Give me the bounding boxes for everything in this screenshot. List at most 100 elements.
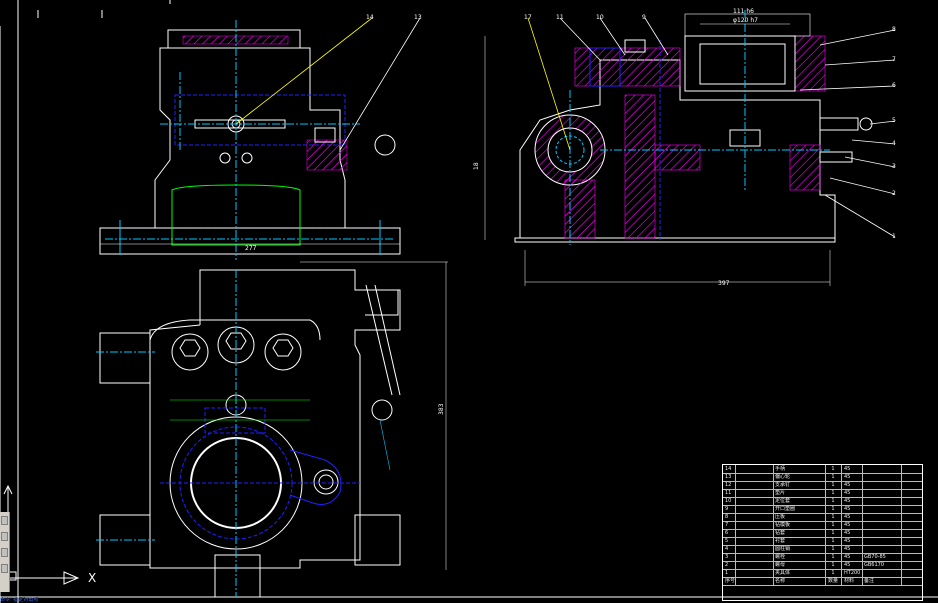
bom-cell-qty: 1 [831,554,835,560]
bom-cell-name: 螺母 [775,562,786,568]
bom-cell-qty: 1 [831,482,835,488]
bom-cell-name: 夹具体 [775,570,791,576]
bom-cell-qty: 1 [831,538,835,544]
front-balloon-13: 13 [414,14,422,21]
bom-cell-qty: 1 [831,474,835,480]
bom-header-note: 备注 [864,578,875,584]
bom-cell-qty: 1 [831,490,835,496]
bom-cell-note [864,497,900,505]
bom-cell-no: 9 [725,506,729,512]
bom-cell-name: 支承钉 [775,482,791,488]
bom-cell-name: 圆柱销 [775,546,791,552]
bom-cell-no: 12 [725,482,732,488]
bom-header-mat: 材料 [844,578,855,584]
bom-cell-note [864,489,900,497]
side-balloon-5: 5 [892,117,896,124]
tool-palette[interactable] [0,512,10,592]
plan-view [96,261,448,598]
bom-cell-note [864,537,900,545]
bom-cell-qty: 1 [831,570,835,576]
bom-header-name: 名称 [775,578,786,584]
palette-button[interactable] [1,532,8,541]
bom-cell-name: 压板 [775,514,786,520]
bom-cell-mat: 45 [844,554,851,560]
bom-cell-name: 钻模板 [775,522,791,528]
bom-cell-name: 垫片 [775,490,786,496]
side-balloon-4: 4 [892,140,896,147]
bom-cell-note [864,521,900,529]
ucs-x-label: X [88,571,97,585]
bom-cell-note [864,513,900,521]
bom-cell-no: 2 [725,562,729,568]
bom-cell-name: 手柄 [775,466,786,472]
bom-cell-note [864,569,900,577]
side-balloon-17: 17 [524,14,532,21]
bom-column-divider [825,465,826,585]
side-width-dim: 397 [718,280,730,287]
bom-cell-note: GB70-85 [864,554,886,560]
side-bore-dim: φ120 h7 [733,17,758,24]
side-balloon-7: 7 [892,56,896,63]
bom-header: 序号 名称 数量 材料 备注 [723,577,922,586]
bom-cell-no: 3 [725,554,729,560]
bom-cell-mat: 45 [844,466,851,472]
bom-cell-mat: 45 [844,482,851,488]
bom-cell-qty: 1 [831,466,835,472]
bom-column-divider [862,465,863,585]
bom-cell-name: 衬套 [775,538,786,544]
side-top-dim: 111 h6 [733,8,754,15]
side-balloon-9: 9 [642,14,646,21]
palette-button[interactable] [1,548,8,557]
side-balloon-2: 2 [892,190,896,197]
bom-cell-no: 4 [725,546,729,552]
bom-cell-no: 5 [725,538,729,544]
bom-column-divider [841,465,842,585]
side-view [484,10,896,286]
bom-cell-name: 钻套 [775,530,786,536]
side-balloon-11: 11 [556,14,564,21]
front-width-dim: 277 [245,245,257,252]
bom-cell-qty: 1 [831,514,835,520]
side-height-dim: 18 [473,162,480,170]
side-balloon-1: 1 [892,233,896,240]
bom-cell-mat: 45 [844,530,851,536]
bom-cell-name: 开口垫圈 [775,506,796,512]
bom-cell-no: 13 [725,474,732,480]
bom-cell-mat: 45 [844,506,851,512]
bom-cell-note: GB6170 [864,562,885,568]
bom-column-divider [735,465,736,585]
palette-button[interactable] [1,564,8,573]
bom-cell-name: 偏心轮 [775,474,791,480]
bom-cell-qty: 1 [831,498,835,504]
bom-column-divider [901,465,902,585]
bom-cell-no: 6 [725,530,729,536]
bom-cell-mat: HT200 [844,570,861,576]
bom-cell-qty: 1 [831,506,835,512]
bom-column-divider [773,465,774,585]
bom-cell-mat: 45 [844,562,851,568]
bom-cell-note [864,529,900,537]
bom-cell-no: 11 [725,490,732,496]
side-balloon-8: 8 [892,26,896,33]
front-balloon-14: 14 [366,14,374,21]
bom-cell-qty: 1 [831,562,835,568]
bom-cell-name: 定位套 [775,498,791,504]
bom-cell-mat: 45 [844,498,851,504]
bill-of-materials: 14 手柄 1 45 13 偏心轮 1 45 12 支承钉 1 45 11 垫片 1 45 10 定位套 1 45 9 开… [722,464,923,601]
bom-cell-qty: 1 [831,530,835,536]
bom-cell-mat: 45 [844,522,851,528]
bom-cell-note [864,505,900,513]
bom-cell-mat: 45 [844,474,851,480]
palette-button[interactable] [1,516,8,525]
command-line-text: 命令: 指定对角点 [0,597,39,603]
bom-cell-qty: 1 [831,522,835,528]
bom-header-no: 序号 [725,578,735,584]
bom-cell-note [864,481,900,489]
bom-cell-note [864,473,900,481]
bom-header-qty: 数量 [827,578,838,584]
side-balloon-3: 3 [892,163,896,170]
side-balloon-6: 6 [892,82,896,89]
bom-cell-no: 10 [725,498,732,504]
bom-cell-no: 14 [725,466,732,472]
bom-cell-no: 1 [725,570,729,576]
